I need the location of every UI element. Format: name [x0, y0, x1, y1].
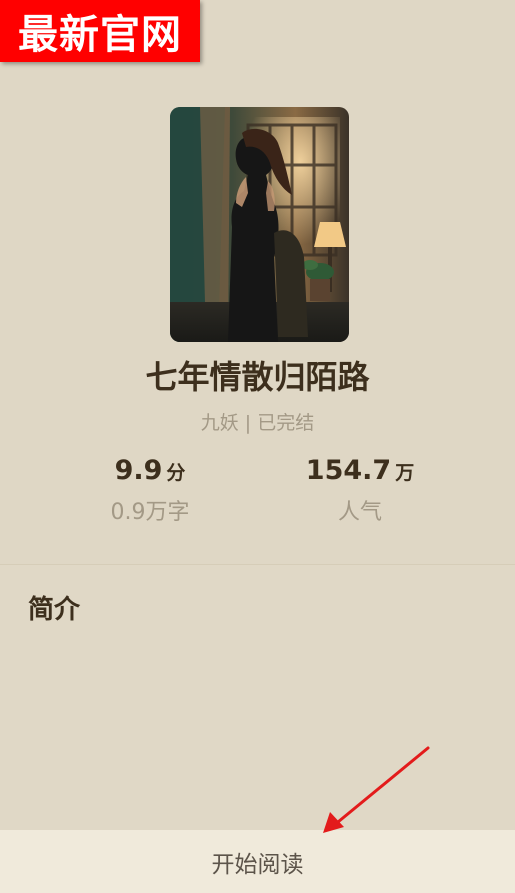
badge-label: 最新官网 — [18, 12, 182, 58]
rating-value: 9.9 — [114, 455, 163, 486]
book-detail-page: 最新官网 七年情散归陌路 九妖 | 已完结 9.9 分 0.9万字 154.7 … — [0, 0, 515, 893]
rating-unit: 分 — [166, 462, 186, 484]
popularity-value: 154.7 — [305, 455, 392, 486]
word-count: 0.9万字 — [110, 500, 190, 525]
start-reading-label: 开始阅读 — [211, 851, 304, 878]
book-cover-image[interactable] — [170, 107, 349, 342]
official-site-badge[interactable]: 最新官网 — [0, 0, 200, 62]
popularity-unit: 万 — [395, 462, 415, 484]
author-status: 九妖 | 已完结 — [200, 412, 315, 434]
synopsis-heading: 简介 — [28, 595, 81, 625]
popularity-stat: 154.7 万 人气 — [260, 455, 460, 526]
synopsis-section: 简介 — [0, 564, 515, 831]
start-reading-button[interactable]: 开始阅读 — [0, 830, 515, 893]
popularity-label: 人气 — [337, 500, 382, 525]
book-title: 七年情散归陌路 — [145, 358, 370, 396]
rating-stat: 9.9 分 0.9万字 — [50, 455, 250, 526]
